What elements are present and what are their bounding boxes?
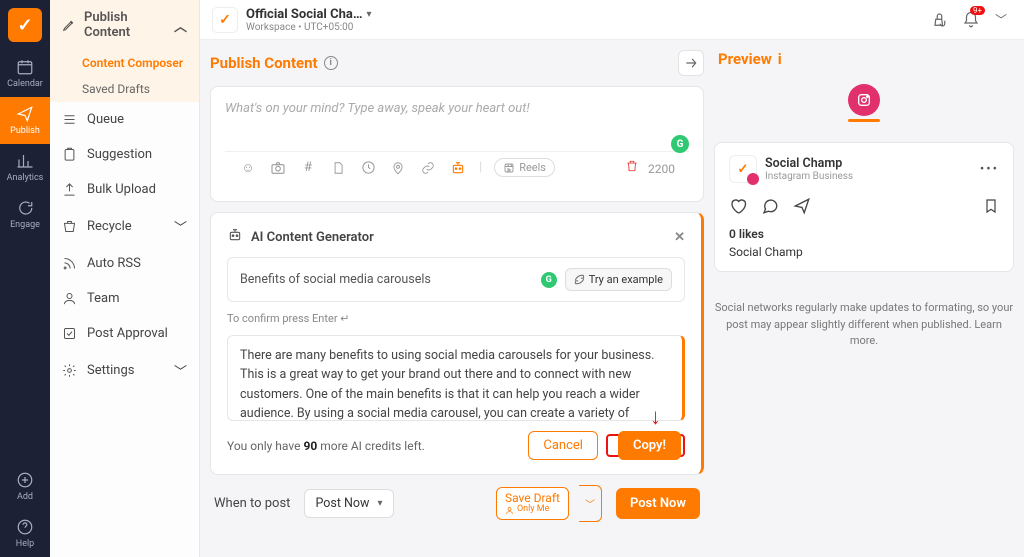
chevron-down-icon[interactable]: ▾	[366, 9, 371, 20]
sidenav-suggestion[interactable]: Suggestion	[50, 137, 199, 172]
share-icon[interactable]	[793, 197, 811, 219]
chevron-down-icon: ▾	[377, 498, 382, 509]
rail-engage[interactable]: Engage	[0, 191, 50, 238]
feedback-button[interactable]	[930, 9, 952, 31]
chevron-down-icon: ﹀	[174, 361, 187, 380]
bookmark-icon[interactable]	[983, 197, 999, 219]
ai-credits-text: You only have 90 more AI credits left.	[227, 439, 425, 453]
ai-robot-icon[interactable]	[449, 159, 467, 177]
composer-textarea[interactable]: What's on your mind? Type away, speak yo…	[225, 101, 689, 151]
enter-hint: To confirm press Enter ↵	[227, 312, 685, 325]
when-to-post-label: When to post	[214, 496, 290, 511]
trash-icon[interactable]	[625, 162, 639, 176]
annotation-arrow: ↓	[650, 404, 661, 430]
hashtag-icon[interactable]: #	[299, 159, 317, 177]
ai-prompt-input[interactable]: Benefits of social media carousels	[240, 272, 533, 287]
account-name: Social Champ	[765, 156, 853, 171]
chevron-up-icon: ︿	[174, 16, 187, 35]
account-menu[interactable]: ﹀	[990, 9, 1012, 31]
sidenav-team[interactable]: Team	[50, 281, 199, 316]
rail-help[interactable]: Help	[0, 510, 50, 557]
ai-output-text: There are many benefits to using social …	[227, 335, 685, 421]
chevron-down-icon: ﹀	[174, 217, 187, 236]
publish-content-title: Publish Content	[210, 54, 318, 72]
camera-icon[interactable]	[269, 159, 287, 177]
active-channel-indicator	[848, 119, 880, 122]
location-icon[interactable]	[389, 159, 407, 177]
sidenav-bulk-upload[interactable]: Bulk Upload	[50, 172, 199, 207]
sidenav-queue[interactable]: Queue	[50, 102, 199, 137]
emoji-icon[interactable]: ☺	[239, 159, 257, 177]
try-example-button[interactable]: Try an example	[565, 268, 672, 291]
instagram-badge-icon	[747, 173, 759, 185]
instagram-channel-icon[interactable]	[848, 84, 880, 116]
grammarly-icon: G	[671, 135, 689, 153]
post-timing-select[interactable]: Post Now ▾	[304, 489, 393, 518]
account-type: Instagram Business	[765, 171, 853, 182]
comment-icon[interactable]	[761, 197, 779, 219]
rail-calendar[interactable]: Calendar	[0, 50, 50, 97]
preview-disclaimer: Social networks regularly make updates t…	[714, 300, 1014, 350]
more-options-button[interactable]: •••	[980, 162, 999, 177]
cancel-button[interactable]: Cancel	[528, 431, 598, 460]
link-icon[interactable]	[419, 159, 437, 177]
notifications-button[interactable]: 9+	[960, 9, 982, 31]
char-count: 2200	[648, 162, 675, 176]
likes-count: 0 likes	[729, 227, 999, 241]
sidenav-saved-drafts[interactable]: Saved Drafts	[50, 76, 199, 102]
save-draft-dropdown[interactable]: ﹀	[579, 485, 602, 522]
rail-analytics[interactable]: Analytics	[0, 144, 50, 191]
notification-count: 9+	[970, 6, 985, 15]
workspace-name[interactable]: Official Social Cha…	[246, 7, 362, 22]
sidenav-post-approval[interactable]: Post Approval	[50, 316, 199, 351]
save-draft-button[interactable]: Save Draft Only Me	[496, 487, 569, 520]
post-now-button[interactable]: Post Now	[616, 488, 700, 519]
account-avatar: ✓	[729, 155, 757, 183]
preview-caption: Social Champ	[729, 245, 999, 259]
sidenav-publish-content[interactable]: Publish Content ︿	[50, 0, 199, 50]
reels-toggle[interactable]: Reels	[494, 158, 555, 177]
copy-button[interactable]: Copy!	[618, 431, 681, 460]
info-icon[interactable]: i	[778, 50, 782, 68]
clock-icon[interactable]	[359, 159, 377, 177]
ai-robot-icon	[227, 227, 243, 247]
ai-panel-title: AI Content Generator	[251, 230, 374, 245]
close-icon[interactable]: ✕	[674, 230, 685, 245]
sidenav-recycle[interactable]: Recycle﹀	[50, 207, 199, 246]
grammarly-icon: G	[541, 272, 557, 288]
like-icon[interactable]	[729, 197, 747, 219]
rail-publish[interactable]: Publish	[0, 97, 50, 144]
preview-title: Preview	[718, 50, 772, 68]
rail-add[interactable]: Add	[0, 463, 50, 510]
collapse-preview-button[interactable]	[678, 50, 704, 76]
sidenav-auto-rss[interactable]: Auto RSS	[50, 246, 199, 281]
app-logo: ✓	[8, 8, 42, 42]
workspace-meta: Workspace • UTC+05:00	[246, 22, 371, 33]
document-icon[interactable]	[329, 159, 347, 177]
sidenav-settings[interactable]: Settings﹀	[50, 351, 199, 390]
workspace-logo: ✓	[212, 7, 238, 33]
info-icon[interactable]: i	[324, 56, 338, 70]
sidenav-content-composer[interactable]: Content Composer	[50, 50, 199, 76]
